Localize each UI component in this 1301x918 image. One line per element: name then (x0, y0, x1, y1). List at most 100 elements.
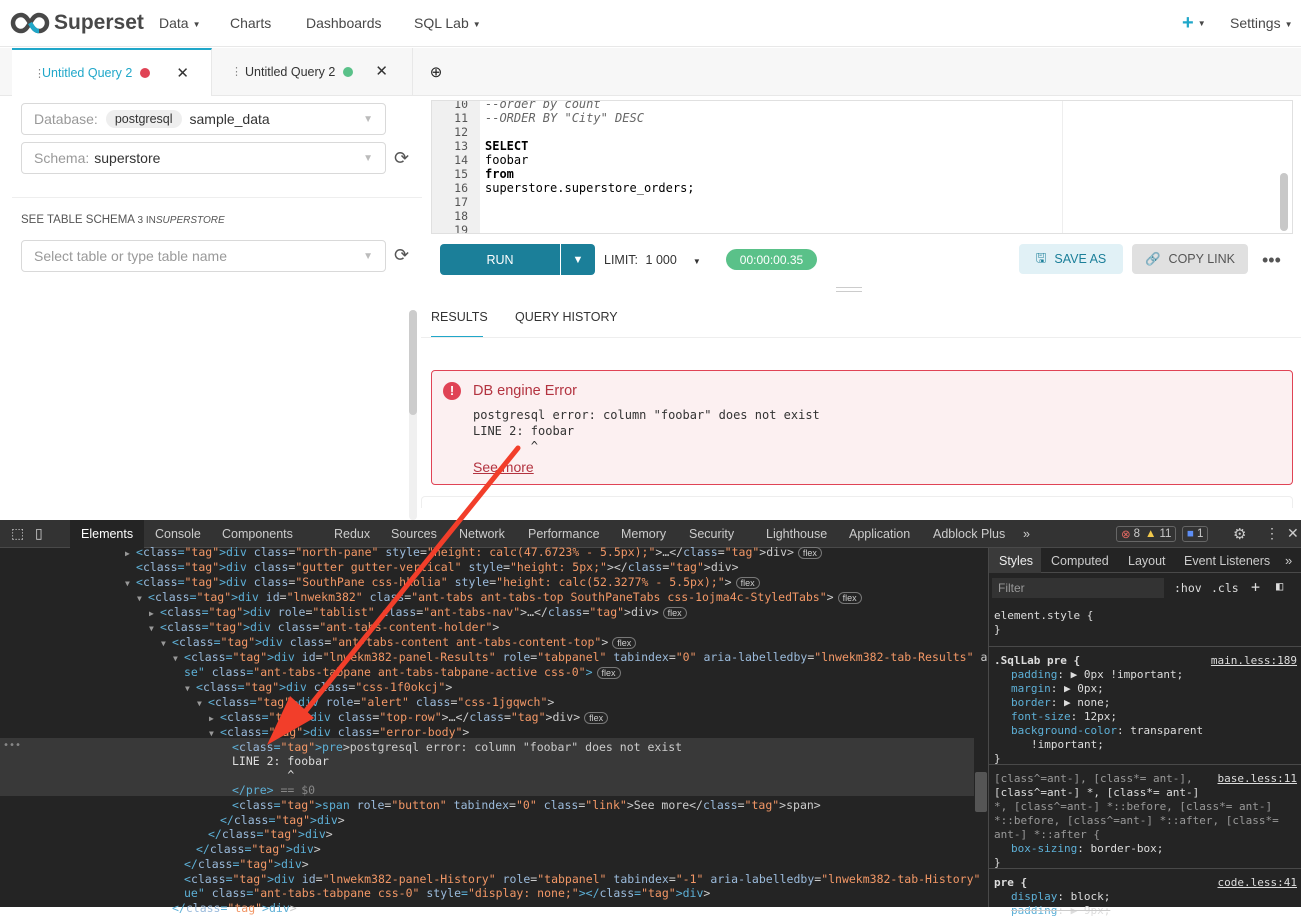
dom-node-line[interactable]: se" class="ant-tabs-tabpane ant-tabs-tab… (184, 665, 621, 681)
line-number: 19 (454, 223, 468, 234)
close-icon[interactable]: ✕ (176, 64, 189, 82)
link-icon: 🔗 (1144, 251, 1161, 266)
more-tabs-icon[interactable]: » (1285, 553, 1292, 568)
dom-node-line[interactable]: </class="tag">div> (196, 842, 321, 857)
sql-editor[interactable]: 10 11 12 13 14 15 16 17 18 19 --order by count --O… (431, 100, 1293, 234)
query-tab-active[interactable]: ⋮ Untitled Query 2 ✕ (12, 48, 212, 96)
devtools-tab-memory[interactable]: Memory (621, 527, 666, 541)
save-as-button[interactable]: 🖫 SAVE AS (1019, 244, 1123, 274)
tab-styles[interactable]: Styles (999, 554, 1033, 568)
dom-node-line[interactable]: ▼ <class="tag">div role="alert" class="cs… (197, 695, 554, 710)
run-options-button[interactable]: ▼ (561, 244, 595, 275)
devtools-tab-console[interactable]: Console (155, 527, 201, 541)
settings-menu[interactable]: Settings ▼ (1230, 15, 1293, 31)
messages-counter[interactable]: ■ 1 (1182, 526, 1209, 542)
more-tabs-icon[interactable]: » (1023, 527, 1030, 541)
editor-scrollbar-thumb[interactable] (1280, 173, 1288, 231)
more-options-icon[interactable]: ••• (1262, 250, 1281, 271)
dom-node-line[interactable]: </class="tag">div> (172, 901, 297, 916)
devtools-tab-security[interactable]: Security (689, 527, 734, 541)
devtools-tab-redux[interactable]: Redux (334, 527, 370, 541)
query-tabs-bar: ⋮ Untitled Query 2 ✕ ⋮ Untitled Query 2 … (0, 48, 1301, 96)
class-toggle[interactable]: .cls (1211, 581, 1239, 595)
dom-node-line[interactable]: </pre> == $0 (232, 783, 315, 798)
source-link[interactable]: code.less:41 (1218, 876, 1297, 890)
devtools-tab-adblock-plus[interactable]: Adblock Plus (933, 527, 1005, 541)
styles-filter-input[interactable]: Filter (992, 578, 1164, 598)
dom-node-line[interactable]: ▼ <class="tag">div id="lnwekm382" class="… (137, 590, 862, 606)
devtools-tab-sources[interactable]: Sources (391, 527, 437, 541)
inspect-element-icon[interactable]: ⬚ (11, 525, 24, 542)
dom-node-line[interactable]: </class="tag">div> (208, 827, 333, 842)
dom-node-line[interactable]: <class="tag">span role="button" tabindex… (232, 798, 821, 813)
kebab-menu-icon[interactable]: ⋮ (1265, 525, 1279, 542)
dom-node-line[interactable]: ▼ <class="tag">div class="ant-tabs-conten… (161, 635, 637, 651)
hover-state-toggle[interactable]: :hov (1174, 581, 1202, 595)
new-tab-button[interactable]: ⊕ (414, 48, 458, 96)
source-link[interactable]: main.less:189 (1211, 654, 1297, 668)
plus-icon: + (1182, 12, 1194, 34)
dom-node-line[interactable]: ^ (232, 768, 294, 783)
copy-link-button[interactable]: 🔗 COPY LINK (1132, 244, 1248, 274)
see-more-link[interactable]: See more (473, 459, 534, 475)
dom-node-line[interactable]: ▼ <class="tag">div class="ant-tabs-conten… (149, 620, 499, 635)
database-select[interactable]: Database: postgresql sample_data ▼ (21, 103, 386, 135)
nav-dashboards[interactable]: Dashboards (306, 15, 382, 31)
query-tab[interactable]: ⋮ Untitled Query 2 ✕ (213, 48, 413, 96)
left-scrollbar-track[interactable] (409, 310, 417, 520)
dom-node-line[interactable]: <class="tag">div class="gutter gutter-ve… (136, 560, 739, 575)
dom-node-line[interactable]: ue" class="ant-tabs-tabpane css-0" style… (184, 886, 710, 901)
dom-node-line[interactable]: ▶ <class="tag">div class="north-pane" sty… (125, 545, 822, 561)
left-panel: Database: postgresql sample_data ▼ Schem… (12, 96, 422, 520)
refresh-tables-icon[interactable]: ⟳ (394, 245, 409, 266)
nav-sqllab-menu[interactable]: SQL Lab ▼ (414, 15, 481, 31)
close-devtools-icon[interactable]: ✕ (1287, 525, 1299, 542)
print-margin (1062, 101, 1063, 233)
dom-node-line[interactable]: </class="tag">div> (184, 857, 309, 872)
devtools-tab-components[interactable]: Components (222, 527, 293, 541)
styles-tabbar: Styles Computed Layout Event Listeners » (989, 548, 1301, 573)
schema-select[interactable]: Schema: superstore ▼ (21, 142, 386, 174)
nav-charts[interactable]: Charts (230, 15, 271, 31)
dom-node-line[interactable]: ▼ <class="tag">div class="SouthPane css-h… (125, 575, 760, 591)
chevron-down-icon: ▼ (572, 253, 584, 266)
message-icon: ■ (1187, 528, 1194, 540)
table-select[interactable]: Select table or type table name ▼ (21, 240, 386, 272)
dom-node-line[interactable]: ▼ <class="tag">div class="css-1f0okcj"> (185, 680, 452, 695)
superset-logo[interactable]: Superset (10, 8, 155, 38)
pane-resize-handle[interactable] (836, 287, 862, 292)
dom-node-line[interactable]: ▼ <class="tag">div id="lnwekm382-panel-Re… (173, 650, 1091, 665)
tab-layout[interactable]: Layout (1128, 554, 1166, 568)
tab-computed[interactable]: Computed (1051, 554, 1109, 568)
dom-node-line[interactable]: LINE 2: foobar (232, 754, 329, 769)
tab-results[interactable]: RESULTS (431, 310, 488, 324)
dom-node-line[interactable]: </class="tag">div> (220, 813, 345, 828)
toggle-sidebar-icon[interactable]: ◧ (1276, 579, 1283, 593)
devtools-tab-performance[interactable]: Performance (528, 527, 600, 541)
tab-query-history[interactable]: QUERY HISTORY (515, 310, 618, 324)
dom-node-line[interactable]: <class="tag">div id="lnwekm382-panel-His… (184, 872, 1091, 887)
dom-node-line[interactable]: <class="tag">pre>postgresql error: colum… (232, 740, 682, 755)
dom-node-line[interactable]: ▼ <class="tag">div class="error-body"> (209, 725, 469, 740)
devtools-tab-lighthouse[interactable]: Lighthouse (766, 527, 827, 541)
nav-data-menu[interactable]: Data ▼ (159, 15, 201, 31)
gear-icon[interactable]: ⚙ (1233, 525, 1246, 543)
devtools-tab-application[interactable]: Application (849, 527, 910, 541)
node-options-icon[interactable]: ••• (3, 740, 21, 751)
issues-counter[interactable]: ⊗ 8 ▲ 11 (1116, 526, 1177, 542)
device-toolbar-icon[interactable]: ▯ (35, 525, 43, 542)
devtools-tab-elements[interactable]: Elements (81, 527, 133, 541)
left-scrollbar-thumb[interactable] (409, 310, 417, 415)
dom-node-line[interactable]: ▶ <class="tag">div role="tablist" class="… (149, 605, 687, 621)
dom-node-line[interactable]: ▶ <class="tag">div class="top-row">…</cla… (209, 710, 609, 726)
new-rule-icon[interactable]: + (1251, 578, 1260, 596)
dom-scrollbar-thumb[interactable] (975, 772, 987, 812)
tab-event-listeners[interactable]: Event Listeners (1184, 554, 1270, 568)
run-button[interactable]: RUN (440, 244, 560, 275)
plus-menu[interactable]: + ▼ (1182, 12, 1206, 35)
limit-dropdown[interactable]: LIMIT: 1 000 ▼ (604, 253, 701, 267)
refresh-schema-icon[interactable]: ⟳ (394, 148, 409, 169)
source-link[interactable]: base.less:11 (1218, 772, 1297, 786)
devtools-tab-network[interactable]: Network (459, 527, 505, 541)
close-icon[interactable]: ✕ (375, 62, 388, 80)
